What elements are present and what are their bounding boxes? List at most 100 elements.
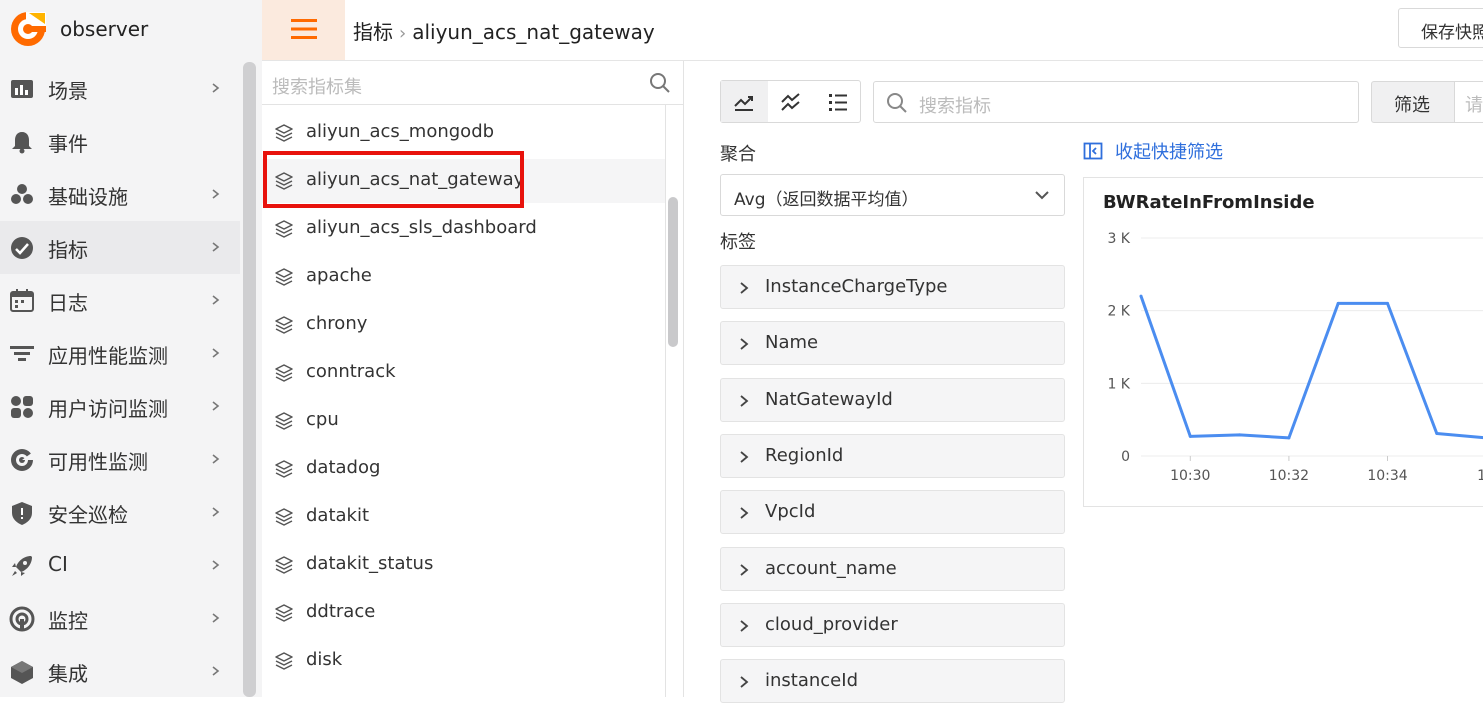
- x-tick-label: 10:32: [1269, 468, 1309, 484]
- data-point[interactable]: [1188, 434, 1192, 438]
- tag-filter-label: instanceId: [765, 670, 858, 692]
- metric-set-item[interactable]: chrony: [262, 303, 665, 347]
- metric-set-item[interactable]: aliyun_acs_mongodb: [262, 111, 665, 155]
- data-point[interactable]: [1386, 301, 1389, 305]
- chart-title: BWRateInFromInside: [1103, 192, 1315, 213]
- data-point[interactable]: [1287, 436, 1291, 440]
- nav-item-5[interactable]: 应用性能监测: [0, 327, 240, 380]
- tag-filter-row[interactable]: NatGatewayId: [720, 377, 1065, 422]
- apm-filter-icon: [10, 346, 34, 361]
- metric-set-scrollbar[interactable]: [668, 197, 678, 347]
- chevron-down-icon: [1035, 191, 1049, 200]
- nav-item-11[interactable]: 集成: [0, 645, 240, 698]
- tag-filter-row[interactable]: cloud_provider: [720, 602, 1065, 647]
- nav-item-4[interactable]: 日志: [0, 274, 240, 327]
- filter-input[interactable]: 请: [1454, 81, 1483, 123]
- tag-filter-label: Name: [765, 332, 819, 354]
- filter-button[interactable]: 筛选: [1371, 81, 1455, 123]
- collapse-quick-filter-label: 收起快捷筛选: [1115, 142, 1223, 163]
- layers-icon: [275, 412, 293, 430]
- series-line[interactable]: [1139, 295, 1483, 440]
- nav-item-8[interactable]: 安全巡检: [0, 486, 240, 539]
- data-point[interactable]: [1435, 431, 1439, 435]
- tag-filter-row[interactable]: VpcId: [720, 490, 1065, 535]
- chevron-right-icon: [212, 507, 220, 517]
- tags-label: 标签: [720, 232, 756, 253]
- metric-set-item[interactable]: conntrack: [262, 351, 665, 395]
- chart-bar-icon: [11, 80, 33, 98]
- tab-compare[interactable]: [768, 81, 815, 122]
- trend-compare-icon: [781, 93, 800, 111]
- breadcrumb-item-metrics[interactable]: 指标: [353, 20, 393, 44]
- chevron-right-icon: [212, 83, 220, 93]
- cube-icon: [11, 661, 33, 684]
- data-point[interactable]: [1336, 301, 1340, 305]
- breadcrumb: 指标 › aliyun_acs_nat_gateway: [353, 16, 655, 45]
- tag-filter-row[interactable]: account_name: [720, 546, 1065, 591]
- metric-set-label: disk: [306, 649, 343, 670]
- y-tick-label: 2 K: [1107, 304, 1130, 320]
- radar-icon: [11, 449, 33, 471]
- metric-set-item[interactable]: datadog: [262, 447, 665, 491]
- metric-set-item[interactable]: datakit_status: [262, 543, 665, 587]
- nav-item-10[interactable]: 监控: [0, 592, 240, 645]
- tag-filter-row[interactable]: InstanceChargeType: [720, 265, 1065, 309]
- menu-toggle-button[interactable]: [262, 0, 345, 60]
- aggregation-label: 聚合: [720, 144, 756, 165]
- layers-icon: [275, 604, 293, 622]
- metric-search-input[interactable]: 搜索指标: [873, 81, 1359, 123]
- data-point[interactable]: [1139, 294, 1143, 298]
- metric-set-item[interactable]: aliyun_acs_sls_dashboard: [262, 207, 665, 251]
- tag-filter-label: VpcId: [765, 501, 816, 523]
- layers-icon: [275, 220, 293, 238]
- nav-item-3[interactable]: 指标: [0, 221, 240, 274]
- x-tick-label: 10:30: [1170, 468, 1210, 484]
- chevron-right-icon: [740, 563, 749, 576]
- nav-item-2[interactable]: 基础设施: [0, 168, 240, 221]
- metric-set-item[interactable]: datakit: [262, 495, 665, 539]
- tab-line-chart[interactable]: [721, 81, 768, 122]
- calendar-log-icon: [10, 289, 34, 312]
- nav-item-1[interactable]: 事件: [0, 115, 240, 168]
- layers-icon: [275, 124, 293, 142]
- nav-item-label: 用户访问监测: [48, 397, 168, 421]
- chevron-right-icon: [740, 451, 749, 463]
- rocket-icon: [12, 556, 32, 576]
- chevron-right-icon: [740, 338, 749, 350]
- metric-set-label: cpu: [306, 409, 339, 430]
- app-name: observer: [60, 17, 149, 41]
- aggregation-select[interactable]: Avg（返回数据平均值）: [720, 174, 1065, 216]
- metric-set-label: datadog: [306, 457, 381, 478]
- bell-icon: [12, 132, 32, 154]
- metric-set-item[interactable]: disk: [262, 639, 665, 683]
- app-logo[interactable]: observer: [0, 0, 262, 60]
- metric-set-item[interactable]: ddtrace: [262, 591, 665, 635]
- chevron-right-icon: [212, 295, 220, 305]
- hamburger-icon: [291, 19, 317, 39]
- nav-item-9[interactable]: CI: [0, 539, 240, 592]
- tab-list[interactable]: [815, 81, 862, 122]
- metric-set-search-input[interactable]: 搜索指标集: [272, 73, 362, 99]
- search-icon[interactable]: [649, 72, 671, 94]
- nav-scrollbar[interactable]: [243, 62, 256, 697]
- aggregation-value: Avg（返回数据平均值）: [734, 190, 919, 210]
- nav-item-6[interactable]: 用户访问监测: [0, 380, 240, 433]
- metric-set-label: apache: [306, 265, 372, 286]
- chevron-right-icon: [740, 507, 749, 519]
- nav-item-7[interactable]: 可用性监测: [0, 433, 240, 486]
- chevron-right-icon: [212, 348, 220, 358]
- nav-item-label: 事件: [48, 132, 88, 156]
- monitor-icon: [9, 606, 35, 632]
- collapse-panel-icon: [1083, 142, 1103, 160]
- tag-filter-row[interactable]: RegionId: [720, 433, 1065, 478]
- layers-icon: [275, 268, 293, 286]
- data-point[interactable]: [1238, 433, 1242, 437]
- metric-set-search[interactable]: 搜索指标集: [262, 61, 684, 105]
- nav-item-0[interactable]: 场景: [0, 62, 240, 115]
- tag-filter-row[interactable]: instanceId: [720, 659, 1065, 703]
- metric-set-item[interactable]: cpu: [262, 399, 665, 443]
- chart-card[interactable]: 3 K 2 K 1 K 0 10:30 10:32 10:34 10 BWRateInFrom…: [1083, 177, 1483, 507]
- tag-filter-row[interactable]: Name: [720, 321, 1065, 366]
- save-snapshot-button[interactable]: 保存快照: [1398, 8, 1483, 48]
- metric-set-item[interactable]: apache: [262, 255, 665, 299]
